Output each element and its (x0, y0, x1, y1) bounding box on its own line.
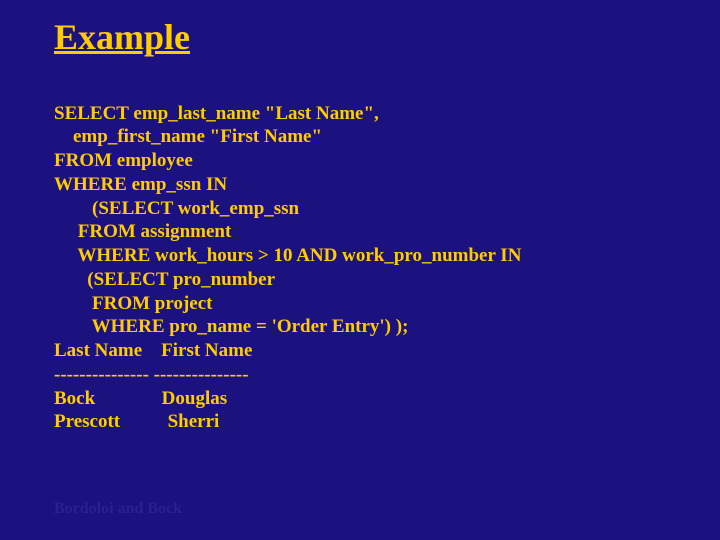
code-line: (SELECT work_emp_ssn (54, 198, 299, 219)
footer-credit: Bordoloi and Bock (54, 500, 182, 518)
result-divider: --------------- --------------- (54, 364, 249, 385)
code-line: WHERE work_hours > 10 AND work_pro_numbe… (54, 245, 521, 266)
page-title: Example (54, 18, 666, 58)
code-line: FROM employee (54, 150, 193, 171)
code-line: WHERE pro_name = 'Order Entry') ); (54, 316, 408, 337)
slide: Example SELECT emp_last_name "Last Name"… (0, 0, 720, 540)
result-row: Prescott Sherri (54, 411, 219, 432)
code-line: SELECT emp_last_name "Last Name", (54, 103, 379, 124)
result-header: Last Name First Name (54, 340, 252, 361)
code-line: emp_first_name "First Name" (54, 126, 322, 147)
result-row: Bock Douglas (54, 388, 227, 409)
code-line: FROM project (54, 293, 212, 314)
code-line: (SELECT pro_number (54, 269, 275, 290)
code-line: WHERE emp_ssn IN (54, 174, 227, 195)
code-line: FROM assignment (54, 221, 231, 242)
sql-example-block: SELECT emp_last_name "Last Name", emp_fi… (54, 102, 666, 435)
